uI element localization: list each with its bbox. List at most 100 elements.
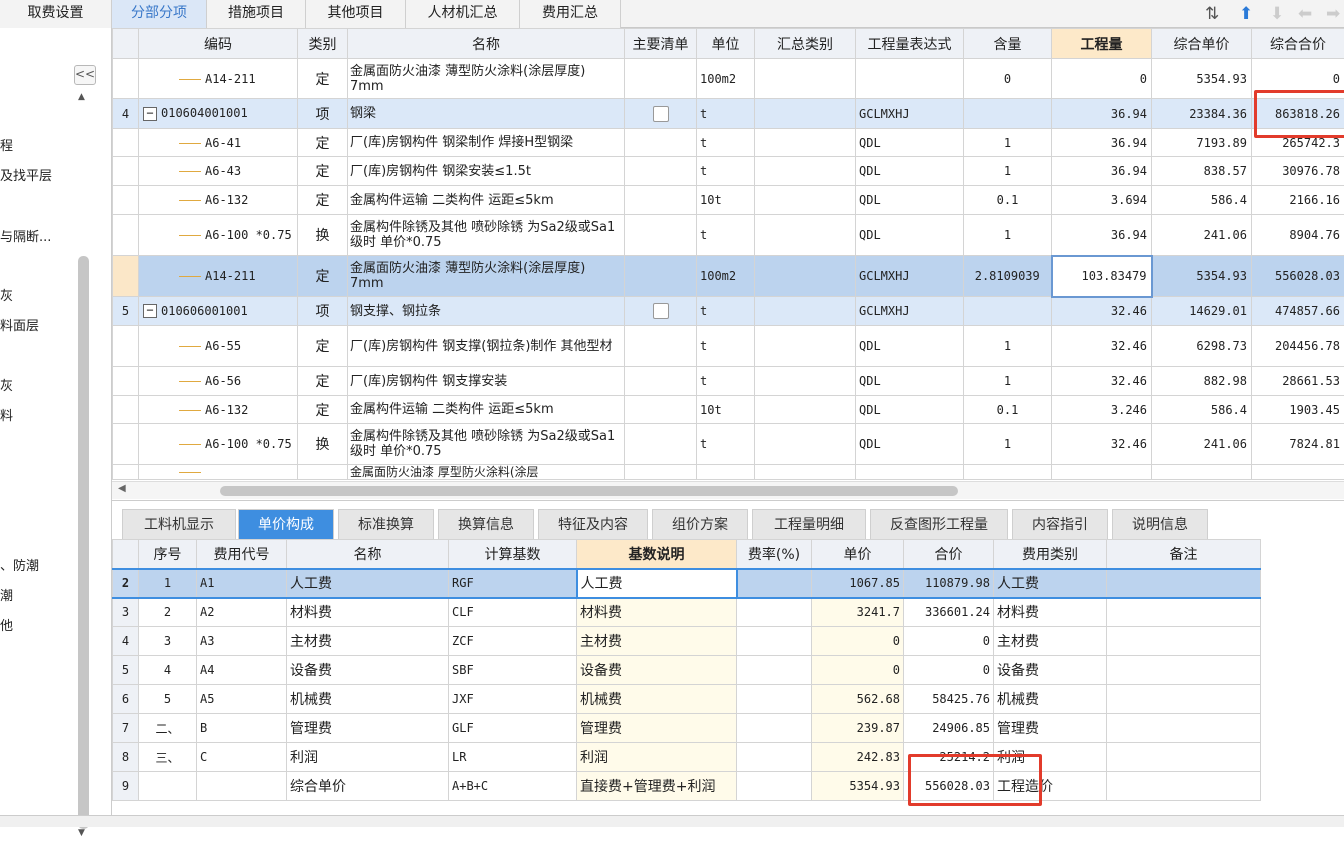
- row-base-desc[interactable]: 材料费: [577, 598, 737, 627]
- scroll-up-icon[interactable]: ▲: [78, 92, 85, 102]
- tab-labor-material-summary[interactable]: 人材机汇总: [406, 0, 520, 28]
- table-row[interactable]: A6-56 定 厂(库)房钢构件 钢支撑安装 t QDL 1 32.46 882…: [113, 367, 1344, 396]
- row-name[interactable]: 金属面防火油漆 厚型防火涂料(涂层: [348, 465, 625, 480]
- tree-item[interactable]: 、防潮: [0, 555, 70, 574]
- quantity-edit-cell[interactable]: 103.83479: [1052, 256, 1152, 297]
- tab-content-guide[interactable]: 内容指引: [1012, 509, 1108, 540]
- col-header-base[interactable]: 计算基数: [449, 540, 577, 569]
- col-header-total[interactable]: 合价: [904, 540, 994, 569]
- tab-description-info[interactable]: 说明信息: [1112, 509, 1208, 540]
- table-row[interactable]: 5 −010606001001 项 钢支撑、钢拉条 t GCLMXHJ 32.4…: [113, 297, 1344, 326]
- tab-fee-settings[interactable]: 取费设置: [0, 0, 112, 28]
- row-base-desc[interactable]: 利润: [577, 743, 737, 772]
- main-list-checkbox[interactable]: [653, 303, 669, 319]
- move-up-icon[interactable]: ⬆: [1239, 4, 1253, 24]
- table-row-selected[interactable]: 2 1 A1 人工费 RGF 人工费 1067.85 110879.98 人工费: [113, 569, 1261, 598]
- tab-cost-summary[interactable]: 费用汇总: [520, 0, 621, 28]
- col-header-unit-price[interactable]: 单价: [812, 540, 904, 569]
- col-header-base-desc[interactable]: 基数说明: [577, 540, 737, 569]
- row-name[interactable]: 金属构件运输 二类构件 运距≤5km: [348, 186, 625, 215]
- tab-reverse-lookup-quantity[interactable]: 反查图形工程量: [870, 509, 1008, 540]
- col-header-total-price[interactable]: 综合合价: [1252, 29, 1344, 59]
- table-row[interactable]: 5 4 A4 设备费 SBF 设备费 0 0 设备费: [113, 656, 1261, 685]
- tree-item[interactable]: 料面层: [0, 315, 70, 334]
- tab-standard-conversion[interactable]: 标准换算: [338, 509, 434, 540]
- col-header-quantity[interactable]: 工程量: [1052, 29, 1152, 59]
- col-header-rate[interactable]: 费率(%): [737, 540, 812, 569]
- tree-item[interactable]: 程: [0, 135, 70, 154]
- scroll-thumb[interactable]: [220, 486, 958, 496]
- collapse-node-icon[interactable]: −: [143, 304, 157, 318]
- col-header-code[interactable]: 编码: [139, 29, 298, 59]
- table-row[interactable]: 7 二、 B 管理费 GLF 管理费 239.87 24906.85 管理费: [113, 714, 1261, 743]
- col-header-unit[interactable]: 单位: [697, 29, 755, 59]
- tab-sub-items[interactable]: 分部分项: [112, 0, 207, 28]
- table-row[interactable]: 6 5 A5 机械费 JXF 机械费 562.68 58425.76 机械费: [113, 685, 1261, 714]
- col-header-main-list[interactable]: 主要清单: [625, 29, 697, 59]
- table-row[interactable]: 8 三、 C 利润 LR 利润 242.83 25214.2 利润: [113, 743, 1261, 772]
- table-row[interactable]: A6-132 定 金属构件运输 二类构件 运距≤5km 10t QDL 0.1 …: [113, 186, 1344, 215]
- row-base-desc[interactable]: 设备费: [577, 656, 737, 685]
- table-row[interactable]: A6-100 *0.75 换 金属构件除锈及其他 喷砂除锈 为Sa2级或Sa1级…: [113, 424, 1344, 465]
- col-header-seq[interactable]: 序号: [139, 540, 197, 569]
- col-header-qty-expr[interactable]: 工程量表达式: [856, 29, 964, 59]
- row-name[interactable]: 金属面防火油漆 薄型防火涂料(涂层厚度) 7mm: [348, 256, 625, 297]
- tree-item[interactable]: 料: [0, 405, 70, 424]
- row-name[interactable]: 钢梁: [348, 99, 625, 129]
- tree-item[interactable]: 与隔断...: [0, 226, 70, 245]
- table-row[interactable]: A14-211 定 金属面防火油漆 薄型防火涂料(涂层厚度) 7mm 100m2…: [113, 59, 1344, 99]
- tab-measures[interactable]: 措施项目: [207, 0, 306, 28]
- tree-item[interactable]: 他: [0, 615, 70, 634]
- row-name[interactable]: 厂(库)房钢构件 钢支撑(钢拉条)制作 其他型材: [348, 326, 625, 367]
- table-row[interactable]: 4 −010604001001 项 钢梁 t GCLMXHJ 36.94 233…: [113, 99, 1344, 129]
- move-down-icon[interactable]: ⬇: [1270, 4, 1284, 24]
- tree-item[interactable]: 灰: [0, 285, 70, 304]
- horizontal-scrollbar[interactable]: ◀: [112, 481, 1344, 499]
- tab-labor-material-display[interactable]: 工料机显示: [122, 509, 236, 540]
- table-row[interactable]: 金属面防火油漆 厚型防火涂料(涂层: [113, 465, 1344, 480]
- tab-features-content[interactable]: 特征及内容: [538, 509, 648, 540]
- table-row[interactable]: A6-55 定 厂(库)房钢构件 钢支撑(钢拉条)制作 其他型材 t QDL 1…: [113, 326, 1344, 367]
- tab-pricing-scheme[interactable]: 组价方案: [652, 509, 748, 540]
- row-name[interactable]: 金属面防火油漆 薄型防火涂料(涂层厚度) 7mm: [348, 59, 625, 99]
- row-name[interactable]: 厂(库)房钢构件 钢梁制作 焊接H型钢梁: [348, 129, 625, 157]
- col-header-name[interactable]: 名称: [287, 540, 449, 569]
- tree-item[interactable]: 灰: [0, 375, 70, 394]
- table-row-selected[interactable]: A14-211 定 金属面防火油漆 薄型防火涂料(涂层厚度) 7mm 100m2…: [113, 256, 1344, 297]
- tab-conversion-info[interactable]: 换算信息: [438, 509, 534, 540]
- table-row[interactable]: A6-132 定 金属构件运输 二类构件 运距≤5km 10t QDL 0.1 …: [113, 396, 1344, 424]
- sort-icon[interactable]: ⇅: [1205, 4, 1219, 24]
- scroll-left-icon[interactable]: ◀: [118, 483, 126, 494]
- table-row[interactable]: 3 2 A2 材料费 CLF 材料费 3241.7 336601.24 材料费: [113, 598, 1261, 627]
- table-row[interactable]: A6-43 定 厂(库)房钢构件 钢梁安装≤1.5t t QDL 1 36.94…: [113, 157, 1344, 186]
- table-row[interactable]: A6-41 定 厂(库)房钢构件 钢梁制作 焊接H型钢梁 t QDL 1 36.…: [113, 129, 1344, 157]
- row-name[interactable]: 金属构件除锈及其他 喷砂除锈 为Sa2级或Sa1级时 单价*0.75: [348, 424, 625, 465]
- col-header-name[interactable]: 名称: [348, 29, 625, 59]
- col-header-fee-code[interactable]: 费用代号: [197, 540, 287, 569]
- table-row[interactable]: 9 综合单价 A+B+C 直接费+管理费+利润 5354.93 556028.0…: [113, 772, 1261, 801]
- col-header-type[interactable]: 类别: [298, 29, 348, 59]
- row-base-desc[interactable]: 直接费+管理费+利润: [577, 772, 737, 801]
- row-name[interactable]: 钢支撑、钢拉条: [348, 297, 625, 326]
- row-name[interactable]: 金属构件除锈及其他 喷砂除锈 为Sa2级或Sa1级时 单价*0.75: [348, 215, 625, 256]
- row-name[interactable]: 金属构件运输 二类构件 运距≤5km: [348, 396, 625, 424]
- tab-unit-price-composition[interactable]: 单价构成: [238, 509, 334, 540]
- main-list-checkbox[interactable]: [653, 106, 669, 122]
- col-header-content[interactable]: 含量: [964, 29, 1052, 59]
- row-base-desc[interactable]: 机械费: [577, 685, 737, 714]
- row-name[interactable]: 厂(库)房钢构件 钢梁安装≤1.5t: [348, 157, 625, 186]
- tab-other-items[interactable]: 其他项目: [306, 0, 406, 28]
- col-header-fee-category[interactable]: 费用类别: [994, 540, 1107, 569]
- collapse-panel-button[interactable]: <<: [74, 65, 96, 85]
- row-base-desc[interactable]: 管理费: [577, 714, 737, 743]
- move-right-icon[interactable]: ➡: [1326, 4, 1340, 24]
- collapse-node-icon[interactable]: −: [143, 107, 157, 121]
- row-base-desc[interactable]: 主材费: [577, 627, 737, 656]
- move-left-icon[interactable]: ⬅: [1298, 4, 1312, 24]
- tree-item[interactable]: 潮: [0, 585, 70, 604]
- tab-quantity-details[interactable]: 工程量明细: [752, 509, 866, 540]
- scroll-down-icon[interactable]: ▼: [78, 828, 85, 838]
- col-header-unit-price[interactable]: 综合单价: [1152, 29, 1252, 59]
- col-header-note[interactable]: 备注: [1107, 540, 1261, 569]
- left-scrollbar[interactable]: ▲ ▼: [76, 90, 91, 843]
